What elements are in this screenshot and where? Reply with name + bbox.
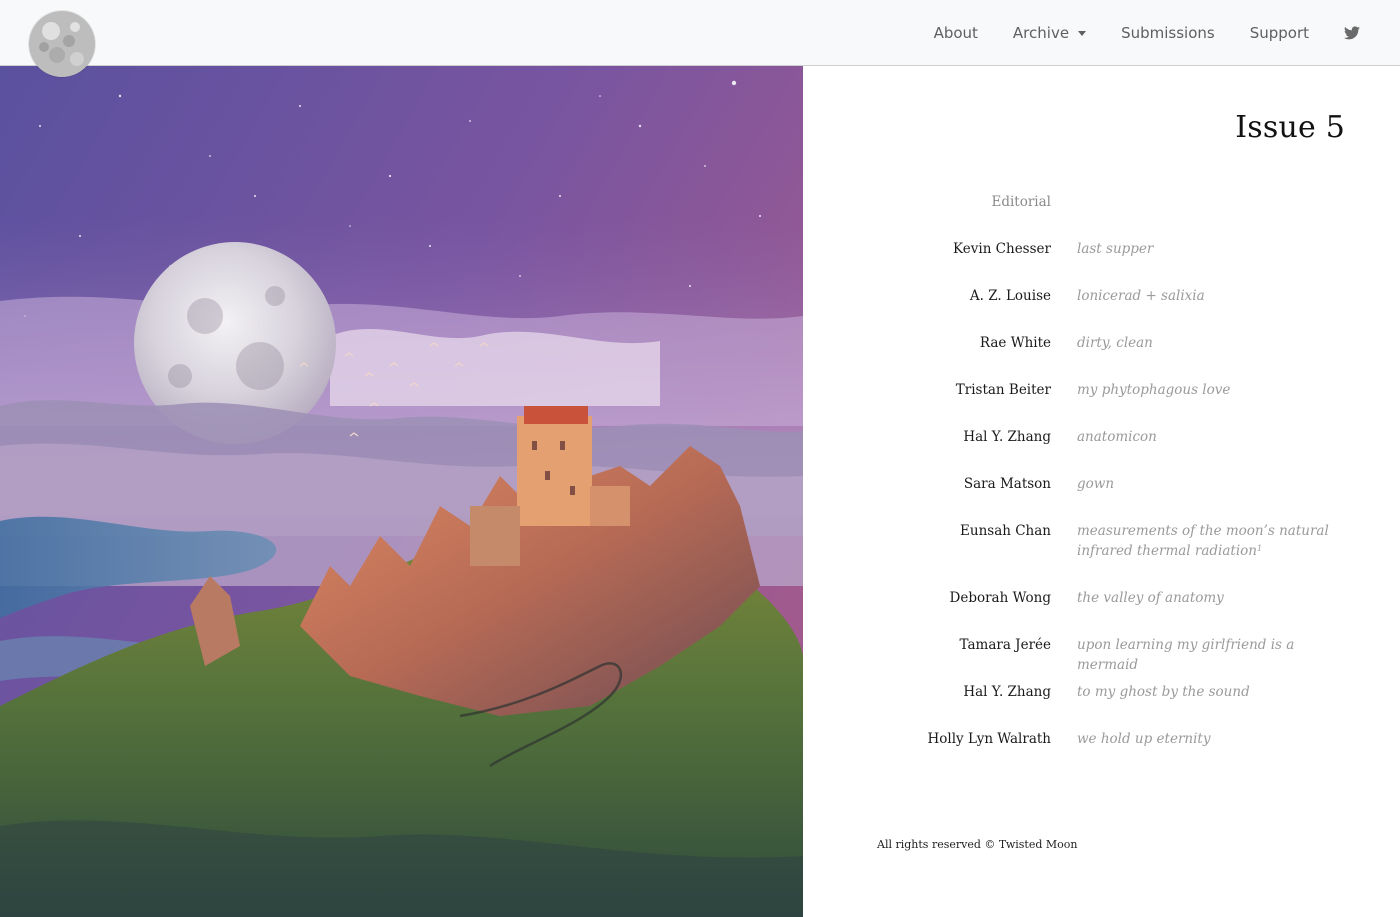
nav-archive-label: Archive [1012,24,1070,42]
caret-down-icon [1078,31,1087,36]
moon-logo-icon [29,11,95,77]
footnote-marker: 1 [1256,544,1263,553]
toc-author: Kevin Chesser [953,241,1051,257]
navbar: About Archive Submissions Support [0,0,1400,77]
toc-piece-link[interactable]: we hold up eternity [1077,729,1357,749]
nav-links: About Archive Submissions Support [899,0,1360,66]
toc-piece-link[interactable]: my phytophagous love [1077,380,1357,400]
toc-author: Tristan Beiter [955,382,1051,398]
cover-illustration [0,66,803,917]
toc-piece-link[interactable]: measurements of the moon’s natural infra… [1077,521,1357,561]
toc-author: Deborah Wong [949,590,1052,606]
toc-piece-link[interactable]: gown [1077,474,1357,494]
nav-about[interactable]: About [934,24,978,42]
toc-piece-link[interactable]: the valley of anatomy [1077,588,1357,608]
toc-piece-link[interactable]: anatomicon [1077,427,1357,447]
moon-logo[interactable] [29,11,95,77]
twitter-icon[interactable] [1344,26,1360,40]
toc-author: A. Z. Louise [969,288,1051,304]
toc-author: Hal Y. Zhang [963,684,1051,700]
toc-piece-link[interactable]: upon learning my girlfriend is a mermaid [1077,635,1357,675]
toc-piece-link[interactable]: lonicerad + salixia [1077,286,1357,306]
castle-moon-landscape-image [0,66,803,917]
toc-piece-link[interactable]: to my ghost by the sound [1077,682,1357,702]
issue-title: Issue 5 [1235,110,1345,145]
toc-author: Holly Lyn Walrath [927,731,1051,747]
nav-support[interactable]: Support [1250,24,1309,42]
nav-archive-dropdown[interactable]: Archive [1012,24,1087,42]
toc-author: Sara Matson [963,476,1051,492]
toc-author: Eunsah Chan [960,523,1051,539]
toc-piece-text: measurements of the moon’s natural infra… [1077,523,1329,559]
toc-author: Rae White [979,335,1051,351]
toc-piece-link[interactable]: last supper [1077,239,1357,259]
toc-author: Hal Y. Zhang [963,429,1051,445]
copyright-footer: All rights reserved © Twisted Moon [877,838,1078,851]
editorial-link[interactable]: Editorial [811,192,1051,212]
toc-author: Tamara Jerée [959,637,1051,653]
nav-submissions[interactable]: Submissions [1121,24,1215,42]
toc-piece-link[interactable]: dirty, clean [1077,333,1357,353]
